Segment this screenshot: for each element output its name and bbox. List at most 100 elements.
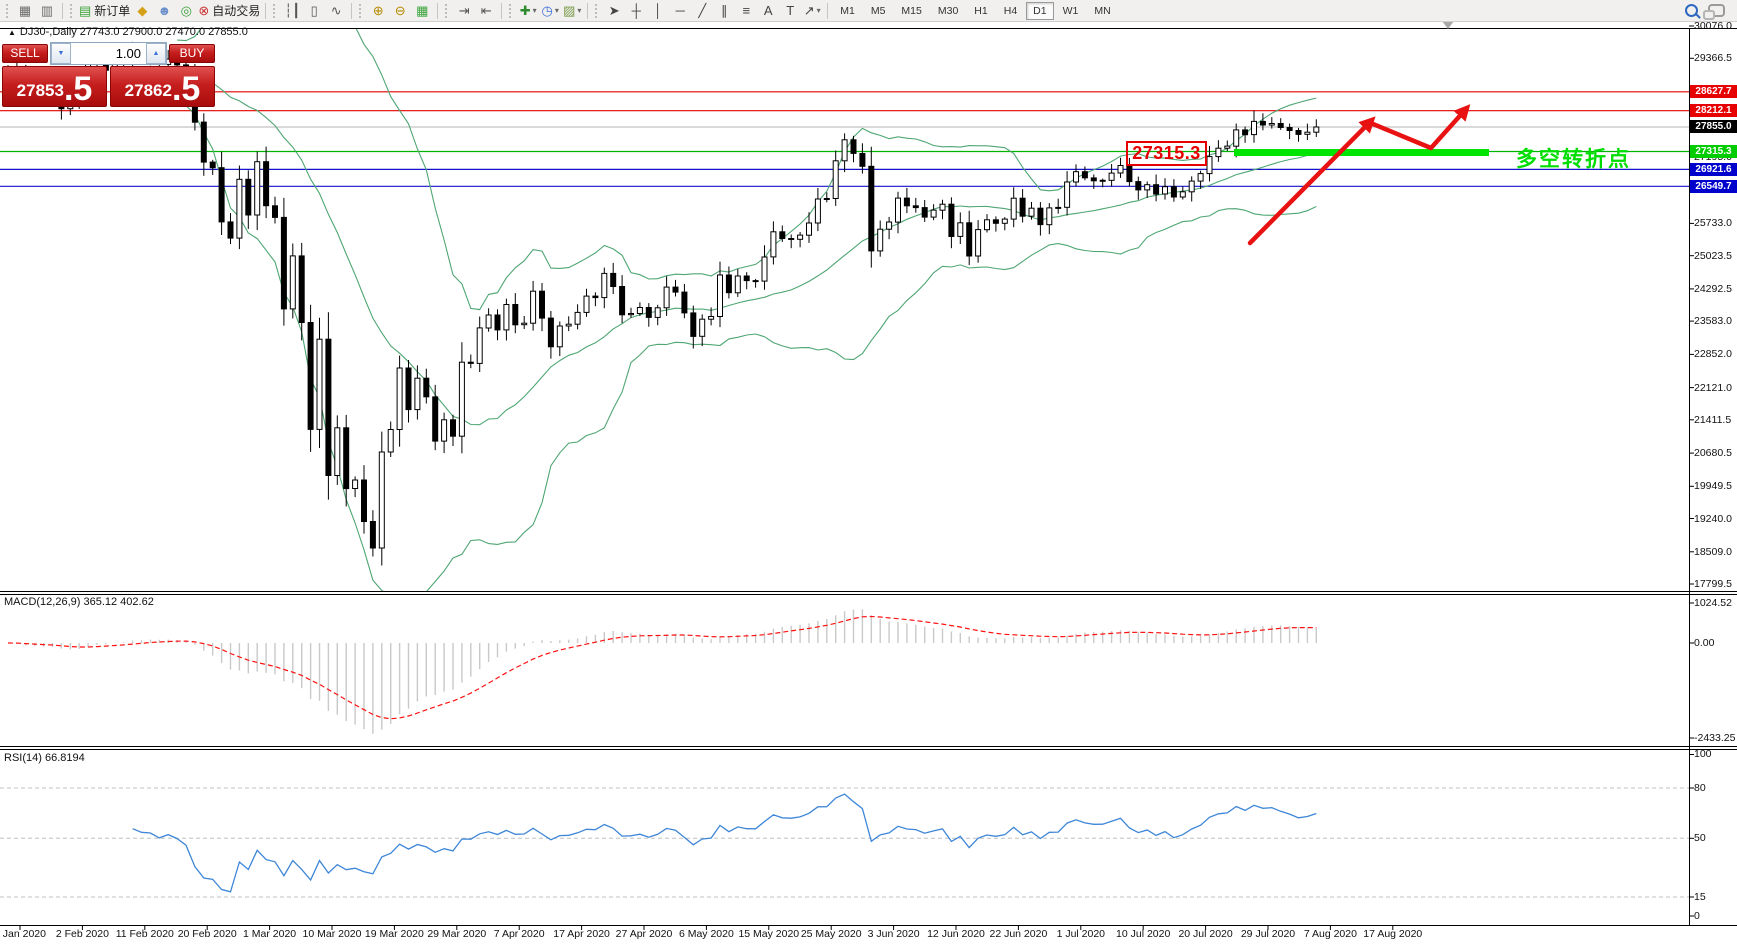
trendline-icon[interactable]: ╱: [692, 2, 712, 20]
timeframe-h1-button[interactable]: H1: [967, 2, 994, 20]
ohlc-open: 27743.0: [80, 26, 120, 38]
toolbar-drag-handle[interactable]: [595, 4, 600, 18]
ohlc-close: 27855.0: [208, 26, 248, 38]
search-icon[interactable]: [1685, 4, 1698, 17]
zoom-out-icon[interactable]: ⊖: [390, 2, 410, 20]
market-watch-icon[interactable]: ◆: [132, 2, 152, 20]
sell-price-panel[interactable]: 27853.5: [2, 66, 107, 107]
periods-icon[interactable]: ◷▾: [540, 2, 560, 20]
toolbar-drag-handle[interactable]: [509, 4, 514, 18]
profiles-icon[interactable]: ▥: [37, 2, 57, 20]
price-level-tag[interactable]: 27855.0: [1690, 120, 1737, 133]
one-click-trading-panel: SELL ▼ 1.00 ▲ BUY 27853.5 27862.5: [2, 41, 215, 107]
chevron-down-icon[interactable]: ▾: [817, 6, 821, 15]
toolbar-separator: [265, 3, 266, 19]
buy-button[interactable]: BUY: [169, 44, 215, 63]
timeframe-m1-button[interactable]: M1: [833, 2, 862, 20]
new-chart-icon[interactable]: ▦: [15, 2, 35, 20]
chat-icon[interactable]: [1708, 4, 1725, 17]
profiles-icon: ▥: [41, 2, 53, 20]
autotrading-label: 自动交易: [212, 2, 260, 19]
new-order-label: 新订单: [94, 2, 130, 19]
timeframe-m15-button[interactable]: M15: [894, 2, 928, 20]
ohlc-high: 27900.0: [123, 26, 163, 38]
volume-down-button[interactable]: ▼: [51, 43, 71, 64]
new-order-icon[interactable]: ▤新订单: [79, 2, 130, 20]
chevron-down-icon[interactable]: ▾: [577, 6, 581, 15]
toolbar-drag-handle[interactable]: [359, 4, 364, 18]
data-window-icon[interactable]: ☻: [154, 2, 174, 20]
horizontal-line-icon[interactable]: ─: [670, 2, 690, 20]
price-level-tag[interactable]: 26549.7: [1690, 180, 1737, 193]
chevron-down-icon[interactable]: ▾: [555, 6, 559, 15]
auto-scroll-icon[interactable]: ⇥: [454, 2, 474, 20]
macd-legend: MACD(12,26,9) 365.12 402.62: [4, 596, 154, 608]
cursor-icon[interactable]: ➤: [604, 2, 624, 20]
arrows-icon[interactable]: ↗▾: [802, 2, 822, 20]
line-chart-icon[interactable]: ∿: [326, 2, 346, 20]
price-tick-label: 18509.0: [1694, 546, 1732, 558]
templates-icon[interactable]: ▨▾: [562, 2, 582, 20]
date-tick-label: 17 Apr 2020: [547, 928, 617, 940]
auto-scroll-icon: ⇥: [459, 2, 470, 20]
timeframe-d1-button[interactable]: D1: [1026, 2, 1053, 20]
buy-price-panel[interactable]: 27862.5: [110, 66, 215, 107]
candlestick-chart-icon: ▯: [311, 2, 318, 20]
text-label-icon[interactable]: T: [780, 2, 800, 20]
turning-point-label[interactable]: 多空转折点: [1516, 143, 1631, 173]
price-level-tag[interactable]: 28212.1: [1690, 104, 1737, 117]
collapse-icon[interactable]: ▲: [8, 28, 16, 37]
date-tick-label: 15 May 2020: [734, 928, 804, 940]
indicators-icon: ✚: [520, 2, 531, 20]
support-price-callout[interactable]: 27315.3: [1126, 141, 1207, 166]
macd-tick-label: 0.00: [1694, 637, 1714, 649]
text-icon[interactable]: A: [758, 2, 778, 20]
timeframe-m30-button[interactable]: M30: [931, 2, 965, 20]
price-tick-label: 25733.0: [1694, 217, 1732, 229]
rsi-tick-label: 0: [1694, 910, 1700, 922]
price-tick-label: 19949.5: [1694, 480, 1732, 492]
symbol-header: ▲DJ30-,Daily27743.027900.027470.027855.0: [8, 26, 251, 38]
price-chart[interactable]: [0, 0, 1737, 944]
timeframe-mn-button[interactable]: MN: [1087, 2, 1117, 20]
rsi-tick-label: 15: [1694, 891, 1706, 903]
timeframe-m5-button[interactable]: M5: [864, 2, 893, 20]
zoom-in-icon[interactable]: ⊕: [368, 2, 388, 20]
date-tick-label: 17 Aug 2020: [1358, 928, 1428, 940]
indicators-icon[interactable]: ✚▾: [518, 2, 538, 20]
price-tick-label: 17799.5: [1694, 578, 1732, 590]
tile-windows-icon[interactable]: ▦: [412, 2, 432, 20]
toolbar-drag-handle[interactable]: [6, 4, 11, 18]
toolbar-separator: [351, 3, 352, 19]
sell-button[interactable]: SELL: [2, 44, 48, 63]
date-tick-label: 10 Mar 2020: [297, 928, 367, 940]
text-label-icon: T: [786, 2, 794, 20]
vertical-line-icon[interactable]: │: [648, 2, 668, 20]
toolbar-separator: [437, 3, 438, 19]
price-tick-label: 23583.0: [1694, 315, 1732, 327]
volume-up-button[interactable]: ▲: [146, 43, 166, 64]
autotrading-icon[interactable]: ⊗自动交易: [198, 2, 260, 20]
crosshair-icon[interactable]: ┼: [626, 2, 646, 20]
chart-shift-icon: ⇤: [481, 2, 492, 20]
toolbar-separator: [62, 3, 63, 19]
price-level-tag[interactable]: 27315.3: [1690, 145, 1737, 158]
chevron-down-icon[interactable]: ▾: [533, 6, 537, 15]
price-level-tag[interactable]: 26921.6: [1690, 163, 1737, 176]
toolbar-drag-handle[interactable]: [445, 4, 450, 18]
volume-input[interactable]: 1.00: [71, 43, 146, 64]
timeframe-h4-button[interactable]: H4: [997, 2, 1024, 20]
signals-icon[interactable]: ◎: [176, 2, 196, 20]
chart-shift-icon[interactable]: ⇤: [476, 2, 496, 20]
channel-icon[interactable]: ∥: [714, 2, 734, 20]
toolbar-drag-handle[interactable]: [70, 4, 75, 18]
toolbar-drag-handle[interactable]: [273, 4, 278, 18]
bar-chart-icon[interactable]: ┆┃: [282, 2, 302, 20]
date-tick-label: 20 Feb 2020: [172, 928, 242, 940]
timeframe-w1-button[interactable]: W1: [1056, 2, 1086, 20]
candlestick-chart-icon[interactable]: ▯: [304, 2, 324, 20]
date-tick-label: 20 Jul 2020: [1171, 928, 1241, 940]
date-tick-label: 6 May 2020: [671, 928, 741, 940]
fibonacci-icon[interactable]: ≡: [736, 2, 756, 20]
price-level-tag[interactable]: 28627.7: [1690, 85, 1737, 98]
